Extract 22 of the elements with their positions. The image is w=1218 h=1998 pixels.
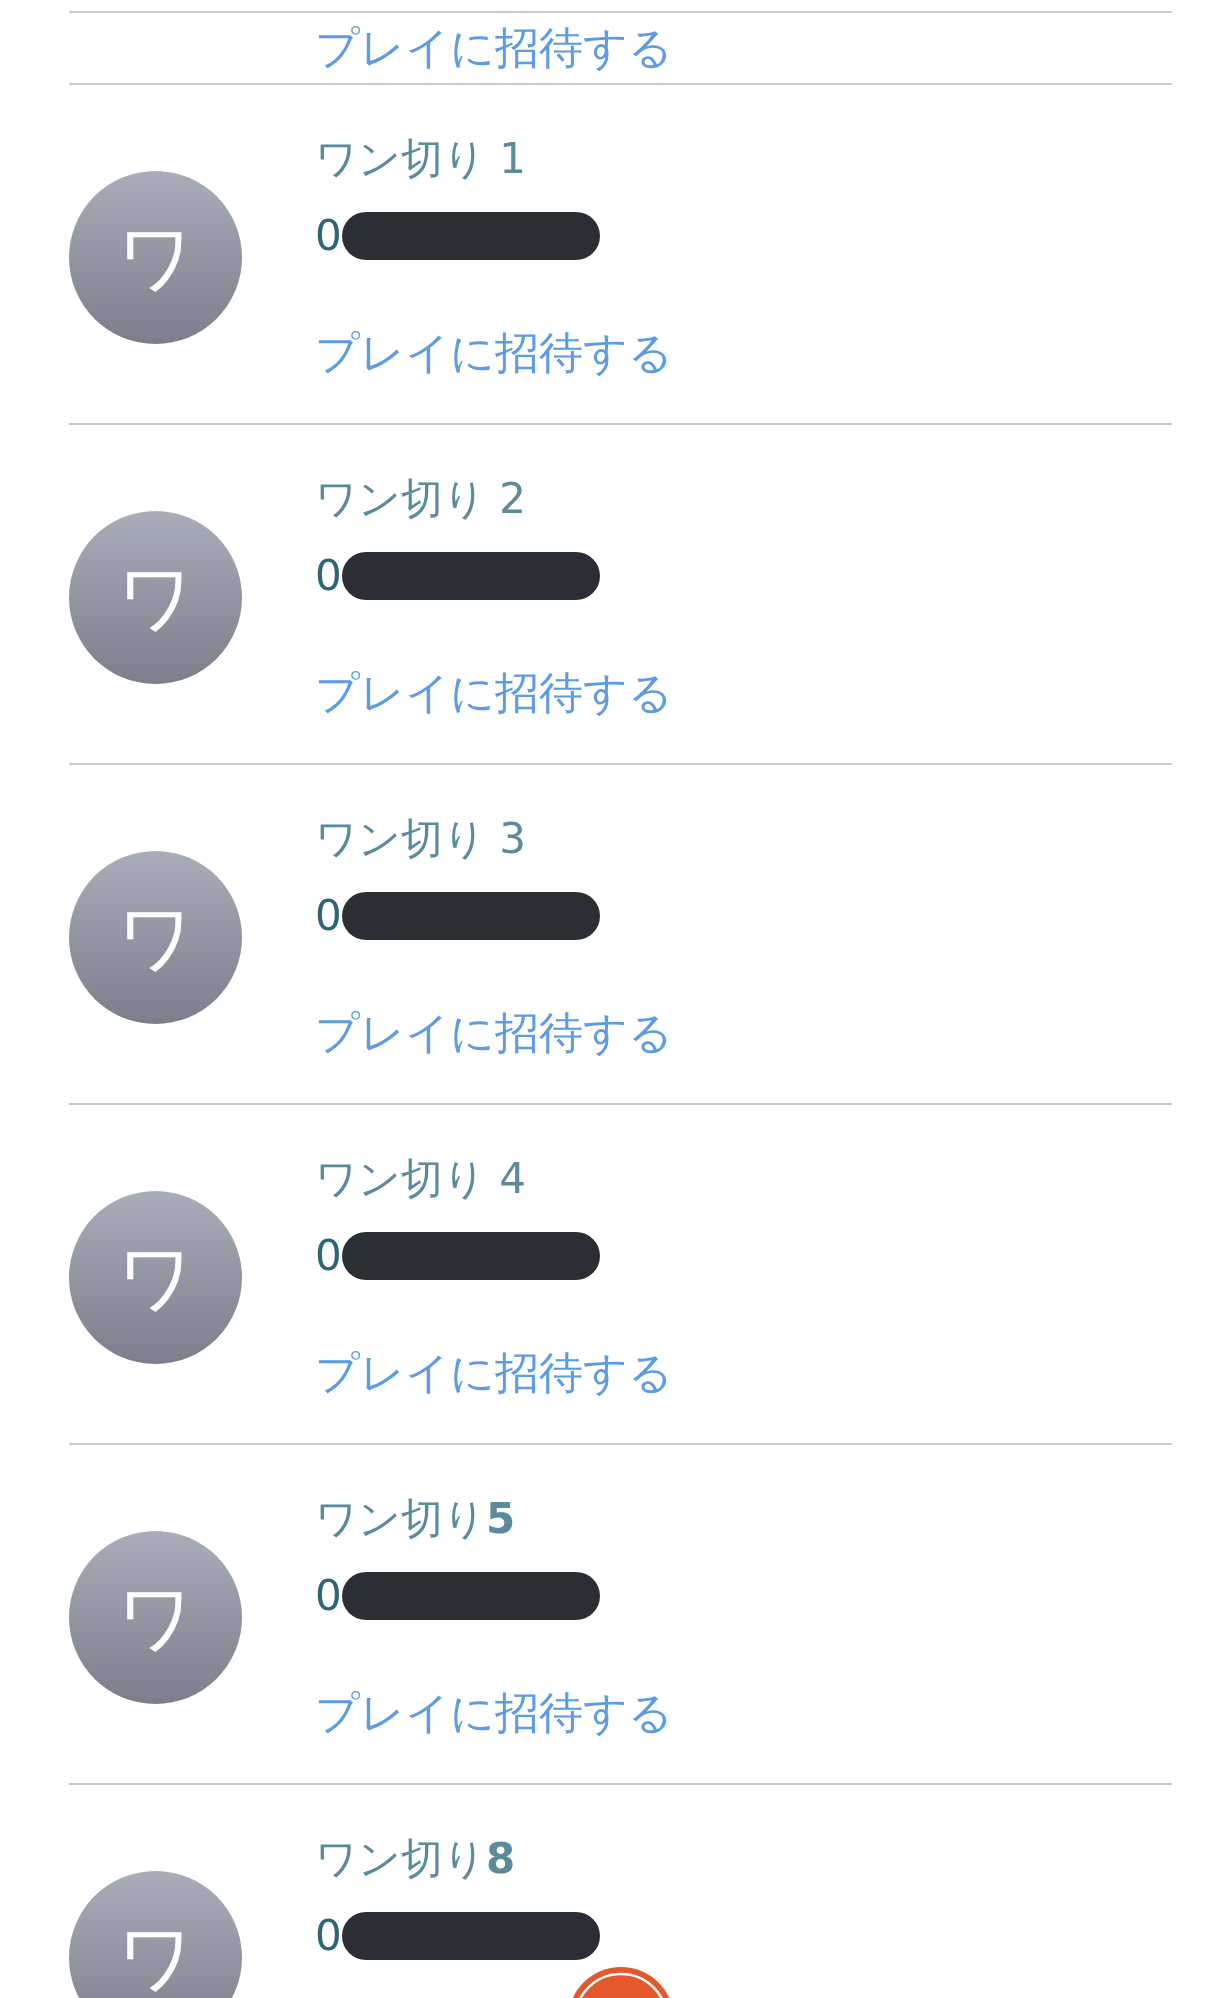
invite-link[interactable]: プレイに招待する (315, 22, 673, 74)
avatar: ワ (69, 1191, 242, 1364)
contact-name: ワン切り 1 (315, 133, 527, 185)
avatar: ワ (69, 511, 242, 684)
phone-number: 0 (315, 211, 342, 261)
avatar: ワ (69, 171, 242, 344)
invite-link[interactable]: プレイに招待する (315, 1687, 673, 1739)
avatar: ワ (69, 1531, 242, 1704)
avatar: ワ (69, 851, 242, 1024)
phone-number: 0 (315, 1571, 342, 1621)
invite-link[interactable]: プレイに招待する (315, 327, 673, 379)
invite-link[interactable]: プレイに招待する (315, 667, 673, 719)
invite-link[interactable]: プレイに招待する (315, 1007, 673, 1059)
invite-link[interactable]: プレイに招待する (315, 1347, 673, 1399)
phone-number: 0 (315, 1911, 342, 1961)
phone-number: 0 (315, 891, 342, 941)
phone-number: 0 (315, 551, 342, 601)
avatar: ワ (69, 1871, 242, 1998)
contact-name: ワン切り 3 (315, 813, 527, 865)
contact-name: ワン切り 2 (315, 473, 527, 525)
phone-number: 0 (315, 1231, 342, 1281)
contact-name: ワン切り 4 (315, 1153, 527, 1205)
